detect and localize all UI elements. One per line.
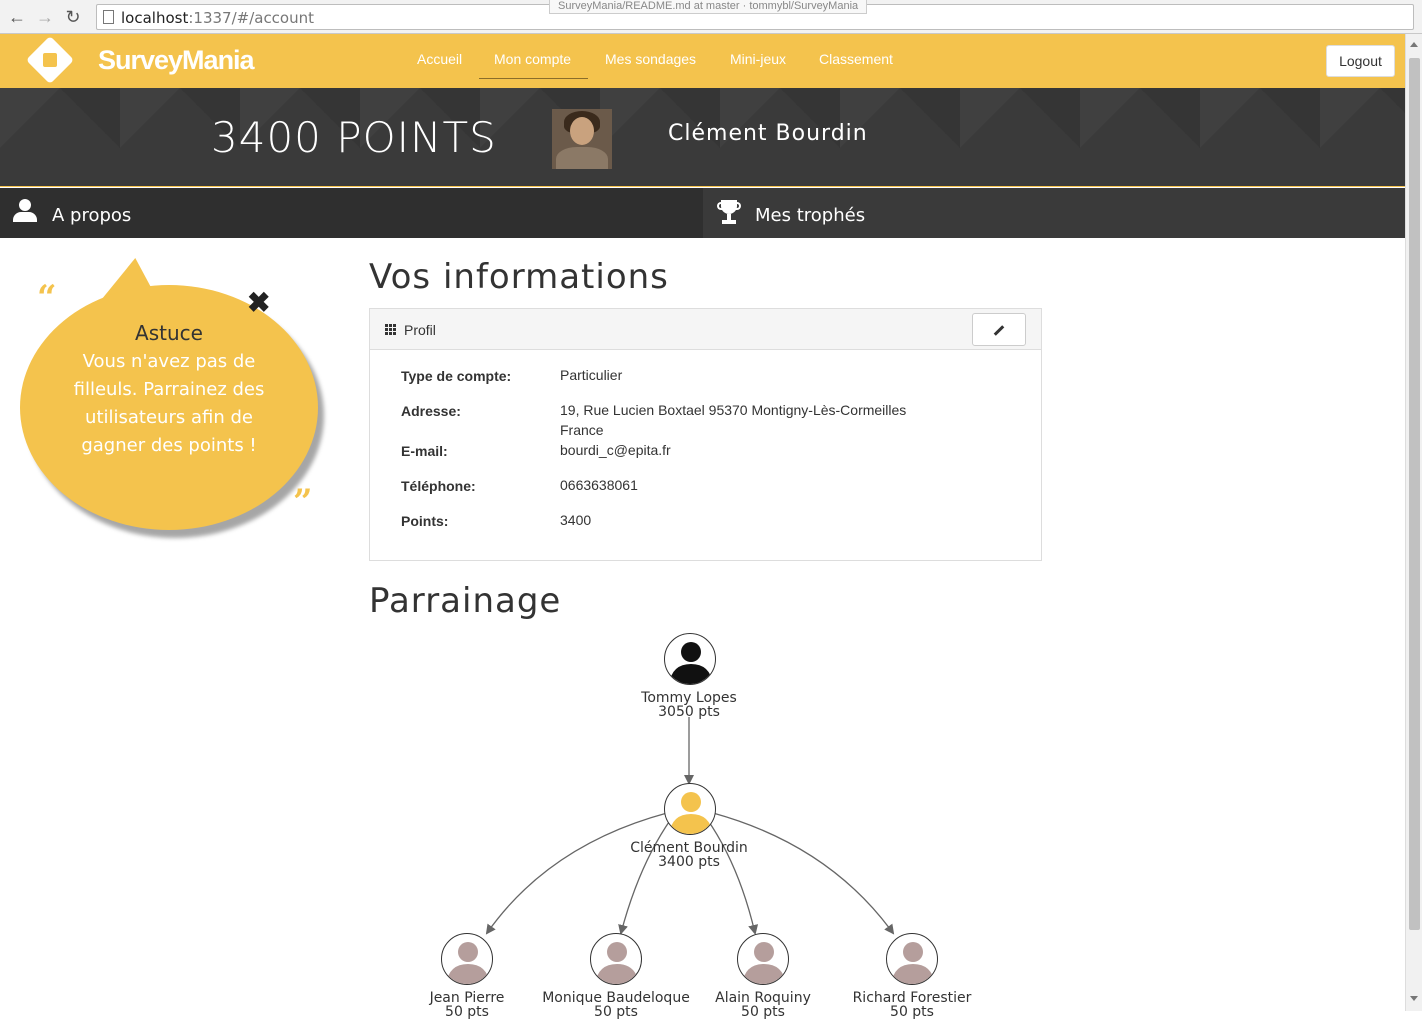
pencil-icon [993, 325, 1005, 336]
link-self-child-3 [706, 818, 759, 935]
info-heading: Vos informations [369, 257, 669, 297]
top-navbar: SurveyMania Accueil Mon compte Mes sonda… [0, 34, 1405, 88]
value-account-type: Particulier [560, 367, 623, 383]
active-nav-indicator [479, 78, 588, 79]
parent-node-points: 3050 pts [658, 704, 720, 720]
value-phone: 0663638061 [560, 477, 638, 493]
tab-about-label: A propos [52, 205, 132, 226]
link-self-child-1 [485, 812, 668, 935]
logout-button[interactable]: Logout [1326, 45, 1395, 77]
tab-tooltip: SurveyMania/README.md at master · tommyb… [549, 0, 868, 14]
user-avatar [552, 109, 612, 169]
close-icon[interactable]: ✖ [247, 289, 270, 317]
forward-arrow-icon[interactable]: → [34, 6, 56, 28]
logo-icon[interactable] [25, 35, 75, 85]
parent-node-avatar[interactable] [664, 633, 716, 685]
user-icon [12, 199, 38, 225]
nav-link-classement[interactable]: Classement [819, 51, 893, 67]
trophy-icon [717, 200, 741, 226]
nav-link-mon-compte[interactable]: Mon compte [494, 51, 571, 67]
nav-link-mini-jeux[interactable]: Mini-jeux [730, 51, 786, 67]
value-email: bourdi_c@epita.fr [560, 442, 671, 458]
referral-tree: Tommy Lopes 3050 pts Clément Bourdin 340… [369, 625, 1042, 1019]
person-icon [446, 942, 490, 984]
page-icon [103, 10, 114, 24]
person-icon [669, 792, 713, 834]
open-quote-icon: “ [37, 278, 57, 318]
back-arrow-icon[interactable]: ← [6, 6, 28, 28]
close-quote-icon: ” [293, 482, 313, 522]
parent-node-name: Tommy Lopes [641, 690, 737, 706]
child-node-avatar[interactable] [441, 933, 493, 985]
label-account-type: Type de compte: [401, 368, 512, 384]
panel-title: Profil [404, 322, 436, 338]
scrollbar[interactable] [1405, 34, 1422, 1011]
points-display: 3400 POINTS [211, 113, 497, 162]
child-node-avatar[interactable] [590, 933, 642, 985]
panel-header: Profil [370, 309, 1041, 350]
child-node-avatar[interactable] [886, 933, 938, 985]
profile-tabs: A propos Mes trophés [0, 188, 1405, 238]
person-icon [891, 942, 935, 984]
profile-panel: Profil Type de compte: Particulier Adres… [369, 308, 1042, 561]
grid-icon [385, 324, 397, 335]
value-address: 19, Rue Lucien Boxtael 95370 Montigny-Lè… [560, 402, 907, 418]
person-icon [742, 942, 786, 984]
link-self-child-2 [618, 818, 672, 935]
scroll-down-icon[interactable] [1410, 996, 1418, 1001]
scroll-up-icon[interactable] [1410, 42, 1418, 47]
nav-link-mes-sondages[interactable]: Mes sondages [605, 51, 696, 67]
user-name: Clément Bourdin [668, 121, 868, 146]
person-icon [669, 642, 713, 684]
value-points: 3400 [560, 512, 592, 528]
child-node-points: 50 pts [890, 1004, 934, 1020]
person-icon [595, 942, 639, 984]
child-node-name: Richard Forestier [852, 990, 972, 1006]
value-address-country: France [560, 422, 604, 438]
referral-heading: Parrainage [369, 581, 562, 621]
tip-title: Astuce [135, 321, 203, 345]
self-node-name: Clément Bourdin [630, 840, 748, 856]
brand-name[interactable]: SurveyMania [98, 45, 255, 76]
link-self-child-4 [712, 812, 895, 935]
self-node-avatar[interactable] [664, 783, 716, 835]
address-url: localhost:1337/#/account [121, 9, 315, 27]
browser-toolbar: ← → ↻ localhost:1337/#/account SurveyMan… [0, 0, 1422, 34]
label-points: Points: [401, 513, 449, 529]
label-email: E-mail: [401, 443, 448, 459]
scrollbar-thumb[interactable] [1409, 58, 1420, 930]
label-phone: Téléphone: [401, 478, 476, 494]
tab-trophies-label: Mes trophés [755, 205, 866, 226]
reload-icon[interactable]: ↻ [62, 6, 84, 28]
self-node-points: 3400 pts [658, 854, 720, 870]
nav-link-accueil[interactable]: Accueil [417, 51, 462, 67]
child-node-avatar[interactable] [737, 933, 789, 985]
edit-profile-button[interactable] [972, 313, 1026, 346]
tab-trophies[interactable]: Mes trophés [703, 188, 1405, 238]
tab-about[interactable]: A propos [0, 188, 703, 238]
label-address: Adresse: [401, 403, 461, 419]
tip-text: Vous n'avez pas de filleuls. Parrainez d… [73, 351, 265, 456]
